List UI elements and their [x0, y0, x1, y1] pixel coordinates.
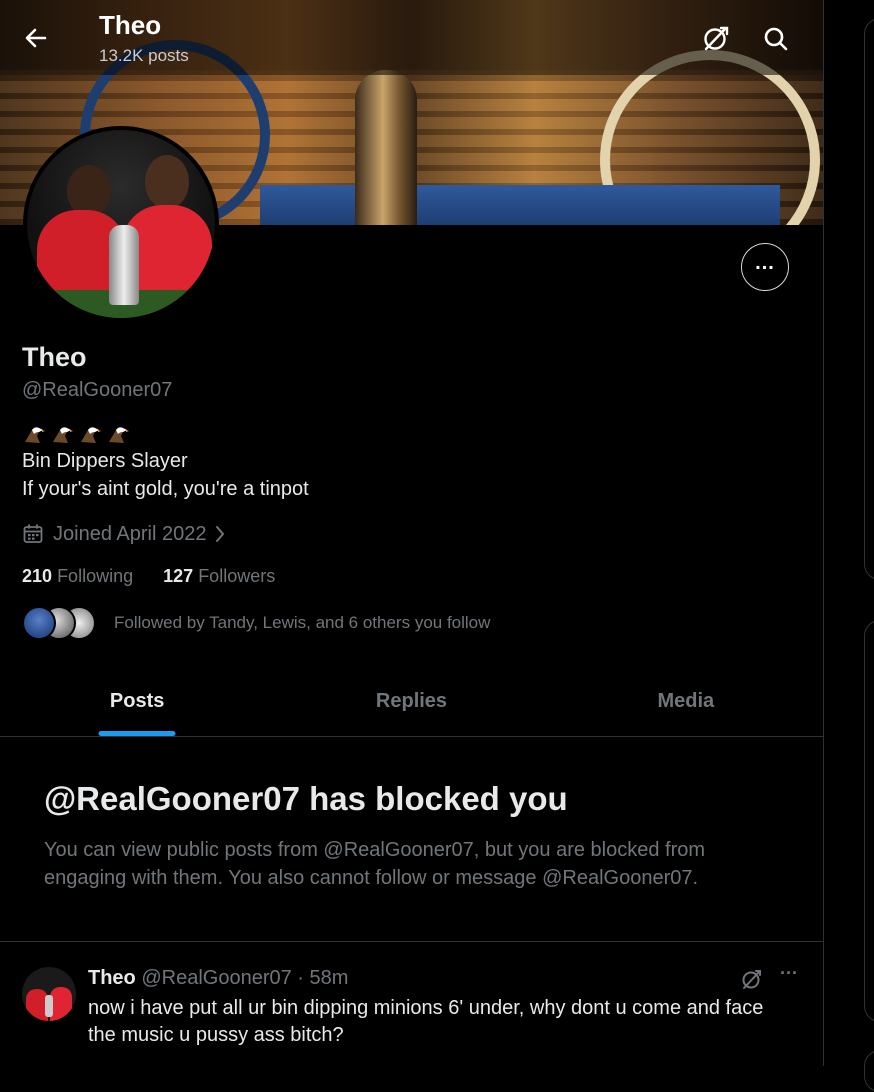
grok-button[interactable]: [698, 21, 734, 57]
back-button[interactable]: [18, 20, 54, 56]
column-divider: [823, 0, 824, 1066]
post-header: Theo @RealGooner07 · 58m: [88, 967, 348, 990]
blocked-notice-description: You can view public posts from @RealGoon…: [44, 839, 706, 889]
post-more-button[interactable]: ···: [776, 964, 802, 990]
tab-media[interactable]: Media: [549, 666, 823, 736]
profile-main-column: Theo 13.2K posts ... Theo @RealGooner07: [0, 0, 823, 1066]
bio-line-1: Bin Dippers Slayer: [22, 450, 188, 472]
post-text: now i have put all ur bin dipping minion…: [88, 997, 764, 1046]
following-label: Following: [57, 566, 134, 586]
eagle-icon: [109, 427, 129, 443]
tab-posts[interactable]: Posts: [0, 666, 274, 736]
tab-replies[interactable]: Replies: [274, 666, 548, 736]
banner-cannon-barrel: [355, 70, 417, 225]
followers-count: 127: [163, 566, 194, 586]
followed-by-text: Followed by Tandy, Lewis, and 6 others y…: [114, 613, 491, 632]
calendar-icon: [23, 524, 43, 543]
post-avatar-trophy: [45, 995, 53, 1017]
header-title: Theo: [99, 10, 162, 40]
search-icon: [764, 27, 788, 51]
followers-link[interactable]: 127 Followers: [163, 566, 275, 587]
grok-icon: [742, 970, 761, 989]
post-item[interactable]: Theo @RealGooner07 · 58m ··· now i have …: [0, 942, 823, 1066]
more-horizontal-icon: ...: [755, 252, 775, 274]
sidebar-card: [864, 1050, 874, 1092]
profile-tabs: Posts Replies Media: [0, 666, 823, 737]
chevron-right-icon: [216, 526, 225, 542]
post-meta[interactable]: @RealGooner07 · 58m: [141, 967, 348, 989]
sidebar-card: [864, 18, 874, 580]
grok-icon: [704, 26, 729, 51]
tab-label: Replies: [375, 689, 448, 712]
arrow-left-icon: [25, 28, 47, 48]
follower-avatar: [22, 606, 56, 640]
avatar-figure-right-head: [145, 155, 189, 209]
tab-label: Posts: [109, 689, 165, 712]
following-count: 210: [22, 566, 53, 586]
banner-cannon-carriage: [260, 185, 780, 225]
followed-by-link[interactable]: Followed by Tandy, Lewis, and 6 others y…: [22, 606, 491, 640]
follow-stats: 210 Following 127 Followers: [22, 566, 300, 587]
blocked-notice-title: @RealGooner07 has blocked you: [44, 780, 568, 817]
profile-more-button[interactable]: ...: [741, 243, 789, 291]
post-avatar-figure: [50, 987, 72, 1021]
eagle-icon: [53, 427, 73, 443]
profile-top-bar: Theo 13.2K posts: [0, 0, 823, 75]
joined-date: Joined April 2022: [53, 522, 207, 545]
eagle-icon: [81, 427, 101, 443]
following-link[interactable]: 210 Following: [22, 566, 133, 587]
search-button[interactable]: [758, 21, 794, 57]
header-post-count: 13.2K posts: [99, 46, 189, 65]
more-horizontal-icon: ···: [780, 963, 798, 983]
post-author-avatar[interactable]: [22, 967, 76, 1021]
followers-label: Followers: [198, 566, 276, 586]
active-tab-indicator: [98, 731, 176, 736]
sidebar-card: [864, 620, 874, 1022]
post-grok-button[interactable]: [738, 966, 766, 994]
avatar-trophy: [109, 225, 139, 305]
eagle-icon: [25, 427, 45, 443]
profile-display-name: Theo: [22, 342, 87, 372]
bio-emoji-row: [22, 424, 130, 448]
post-author-name[interactable]: Theo: [88, 967, 136, 989]
tab-label: Media: [657, 689, 715, 712]
joined-date-link[interactable]: Joined April 2022: [22, 521, 226, 547]
profile-avatar[interactable]: [23, 126, 219, 322]
bio-line-2: If your's aint gold, you're a tinpot: [22, 478, 309, 500]
profile-handle: @RealGooner07: [22, 379, 173, 401]
